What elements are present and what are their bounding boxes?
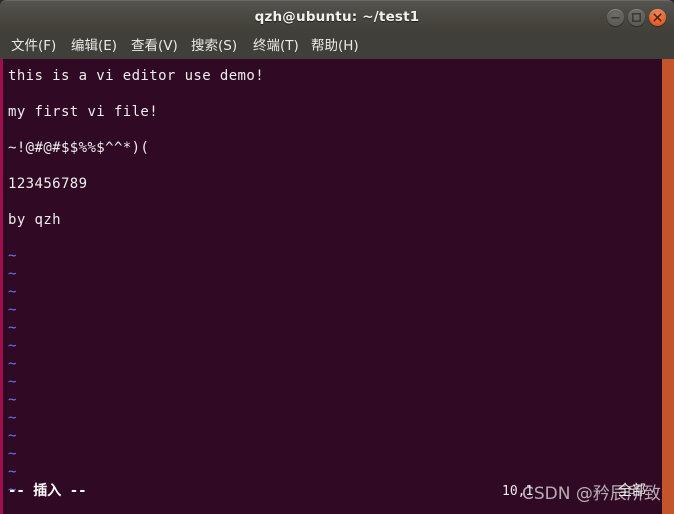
- editor-line: 123456789: [8, 176, 88, 192]
- menu-bar: 文件(F) 编辑(E) 查看(V) 搜索(S) 终端(T) 帮助(H): [0, 33, 674, 60]
- tilde-marker: ~: [8, 248, 17, 264]
- tilde-marker: ~: [8, 374, 17, 390]
- minimize-button[interactable]: [607, 9, 624, 26]
- tilde-marker: ~: [8, 320, 17, 336]
- terminal-window: qzh@ubuntu: ~/test1 文件(F) 编辑(E) 查看(V) 搜索…: [0, 0, 674, 514]
- close-button[interactable]: [649, 9, 666, 26]
- close-icon: [653, 13, 662, 22]
- title-bar[interactable]: qzh@ubuntu: ~/test1: [0, 0, 674, 34]
- tilde-marker: ~: [8, 302, 17, 318]
- tilde-marker: ~: [8, 266, 17, 282]
- terminal-frame: this is a vi editor use demo! my first v…: [0, 59, 674, 514]
- editor-line: my first vi file!: [8, 104, 159, 120]
- editor-line: by qzh: [8, 212, 61, 228]
- tilde-marker: ~: [8, 284, 17, 300]
- tilde-marker: ~: [8, 356, 17, 372]
- tilde-marker: ~: [8, 410, 17, 426]
- minimize-icon: [611, 17, 620, 19]
- tilde-marker: ~: [8, 392, 17, 408]
- maximize-icon: [632, 13, 641, 22]
- tilde-marker: ~: [8, 428, 17, 444]
- scroll-indicator: 全部: [618, 483, 646, 499]
- tilde-marker: ~: [8, 464, 17, 480]
- editor-line: this is a vi editor use demo!: [8, 68, 265, 84]
- menu-item-file[interactable]: 文件(F): [6, 33, 61, 59]
- menu-item-view[interactable]: 查看(V): [126, 33, 183, 59]
- status-mode-indicator: -- 插入 --: [8, 483, 87, 499]
- maximize-button[interactable]: [628, 9, 645, 26]
- menu-item-search[interactable]: 搜索(S): [186, 33, 242, 59]
- tilde-marker: ~: [8, 446, 17, 462]
- terminal-scrollbar[interactable]: [662, 59, 674, 514]
- tilde-marker: ~: [8, 338, 17, 354]
- vi-editor-area[interactable]: this is a vi editor use demo! my first v…: [0, 59, 662, 514]
- menu-item-help[interactable]: 帮助(H): [306, 33, 364, 59]
- cursor-position: 10,1: [502, 484, 534, 499]
- editor-line: ~!@#@#$$%%$^^*)(: [8, 140, 150, 156]
- menu-item-edit[interactable]: 编辑(E): [66, 33, 122, 59]
- menu-item-terminal[interactable]: 终端(T): [248, 33, 304, 59]
- window-title: qzh@ubuntu: ~/test1: [254, 9, 420, 25]
